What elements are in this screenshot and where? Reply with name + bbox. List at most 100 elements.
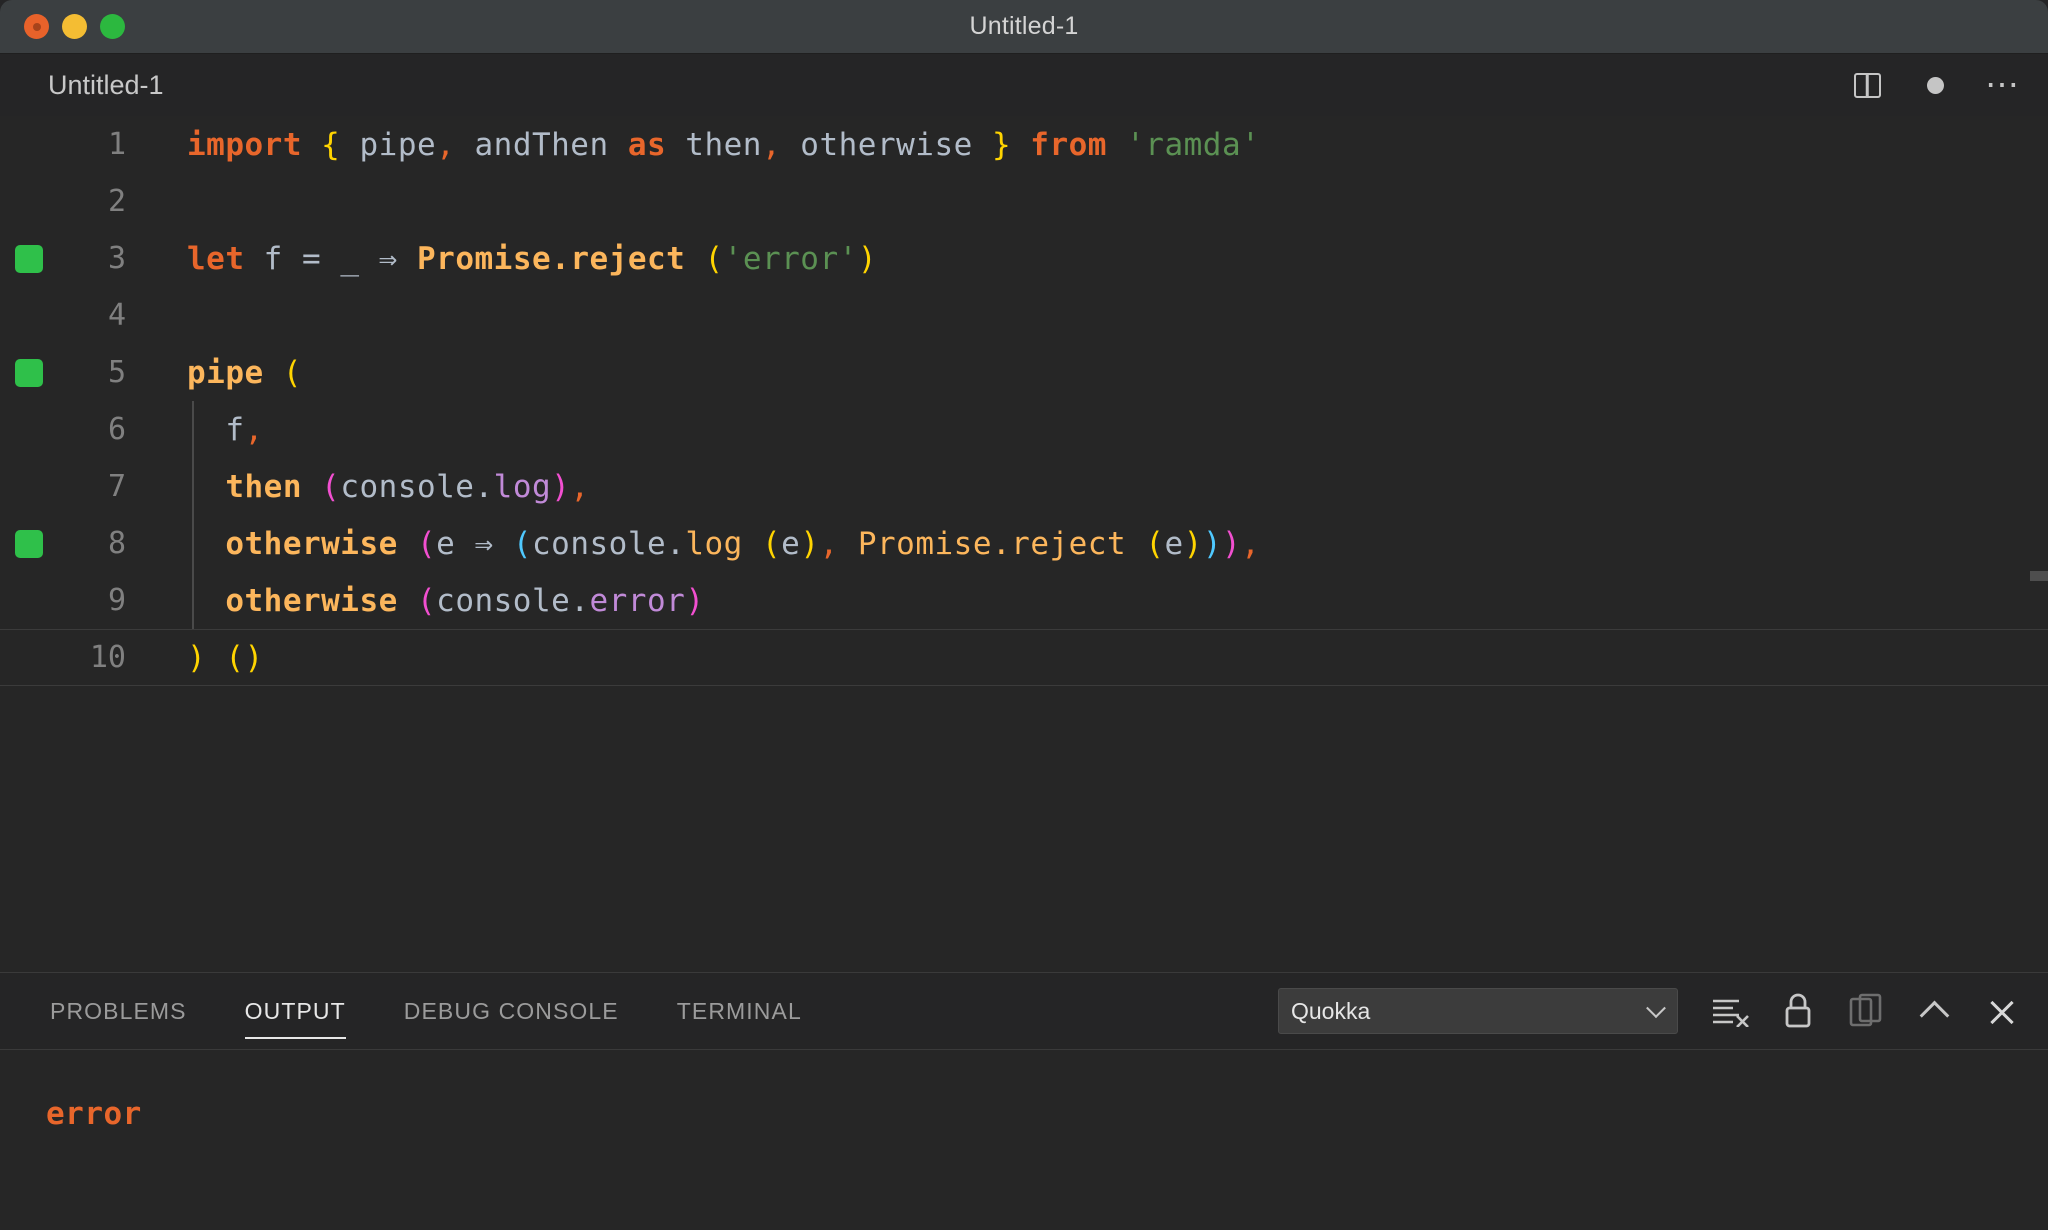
- code-text: pipe (: [187, 355, 302, 391]
- panel-action-group: Quokka: [1278, 973, 2022, 1049]
- code-line-3[interactable]: 3 let f = _ ⇒ Promise.reject ('error'): [0, 230, 2048, 287]
- title-bar: Untitled-1: [0, 0, 2048, 54]
- code-line-6[interactable]: 6 f,: [0, 401, 2048, 458]
- code-editor[interactable]: 1 import { pipe, andThen as then, otherwi…: [0, 116, 2048, 972]
- output-line: error: [46, 1096, 142, 1132]
- breakpoint-gutter-3[interactable]: [0, 244, 58, 273]
- close-icon: [1987, 996, 2017, 1026]
- maximize-window-button[interactable]: [100, 14, 125, 39]
- code-line-2[interactable]: 2: [0, 173, 2048, 230]
- breakpoint-marker-icon[interactable]: [15, 529, 43, 558]
- line-number: 8: [107, 526, 126, 561]
- code-token: (: [282, 354, 302, 391]
- code-token: ): [1202, 525, 1222, 562]
- output-channel-select[interactable]: Quokka: [1278, 988, 1678, 1034]
- code-token: ⇒: [378, 240, 398, 277]
- line-number: 2: [107, 184, 126, 219]
- line-number: 4: [107, 298, 126, 333]
- code-token: Promise.reject: [417, 240, 686, 277]
- code-token: ): [187, 639, 207, 676]
- code-token: pipe: [187, 354, 264, 391]
- code-token: otherwise: [225, 582, 398, 619]
- panel-tab-problems[interactable]: PROBLEMS: [50, 973, 187, 1049]
- unsaved-indicator-button[interactable]: [1918, 68, 1952, 102]
- close-panel-button[interactable]: [1982, 991, 2022, 1031]
- indent-guide: [192, 401, 194, 458]
- code-token: (: [704, 240, 724, 277]
- code-line-4[interactable]: 4: [0, 287, 2048, 344]
- editor-tab-bar: Untitled-1 ⋯: [0, 54, 2048, 116]
- code-token: ⇒: [474, 525, 494, 562]
- code-line-10[interactable]: 10) (): [0, 629, 2048, 686]
- code-token: ): [244, 639, 264, 676]
- code-token: ): [685, 582, 705, 619]
- code-token: _: [321, 240, 379, 277]
- code-token: ): [551, 468, 571, 505]
- code-token: as: [627, 126, 667, 163]
- editor-action-group: ⋯: [1850, 54, 2020, 116]
- breakpoint-marker-icon[interactable]: [15, 358, 43, 387]
- open-output-in-editor-button[interactable]: [1846, 991, 1886, 1031]
- code-token: =: [302, 240, 322, 277]
- code-token: e: [436, 525, 475, 562]
- code-token: Promise.reject: [857, 525, 1127, 562]
- output-content[interactable]: error: [0, 1049, 2048, 1230]
- code-line-5[interactable]: 5 pipe (: [0, 344, 2048, 401]
- code-line-8[interactable]: 8 otherwise (e ⇒ (console.log (e), Promi…: [0, 515, 2048, 572]
- panel-tab-terminal[interactable]: TERMINAL: [677, 973, 802, 1049]
- code-line-9[interactable]: 9 otherwise (console.error): [0, 572, 2048, 629]
- line-number: 3: [107, 241, 126, 276]
- indent-guide: [192, 515, 194, 572]
- split-editor-icon: [1853, 72, 1881, 98]
- lock-icon: [1785, 993, 1811, 1028]
- unsaved-dot-icon: [1926, 76, 1944, 94]
- code-text: let f = _ ⇒ Promise.reject ('error'): [187, 241, 877, 277]
- code-token: .: [474, 468, 494, 505]
- more-actions-button[interactable]: ⋯: [1985, 66, 2021, 104]
- split-editor-button[interactable]: [1850, 68, 1884, 102]
- line-number: 10: [89, 640, 126, 675]
- code-token: 'ramda': [1126, 126, 1261, 163]
- code-text: then (console.log),: [187, 469, 590, 505]
- close-window-button[interactable]: [24, 14, 49, 39]
- toggle-scroll-lock-button[interactable]: [1778, 991, 1818, 1031]
- maximize-panel-button[interactable]: [1914, 991, 1954, 1031]
- panel-tab-bar: PROBLEMS OUTPUT DEBUG CONSOLE TERMINAL Quok…: [0, 973, 2048, 1049]
- code-token: ,: [244, 411, 264, 448]
- code-line-7[interactable]: 7 then (console.log),: [0, 458, 2048, 515]
- breakpoint-gutter-8[interactable]: [0, 529, 58, 558]
- tab-untitled-1[interactable]: Untitled-1: [48, 70, 164, 101]
- code-token: then: [225, 468, 302, 505]
- code-text: f,: [187, 412, 264, 448]
- breakpoint-marker-icon[interactable]: [15, 244, 43, 273]
- panel-tab-output[interactable]: OUTPUT: [244, 973, 346, 1049]
- code-token: (: [761, 525, 782, 562]
- panel-tab-debug-console[interactable]: DEBUG CONSOLE: [404, 973, 619, 1049]
- code-token: {: [321, 126, 341, 163]
- line-number: 6: [107, 412, 126, 447]
- code-token: log: [685, 525, 743, 562]
- code-token: (: [321, 468, 341, 505]
- breakpoint-gutter-5[interactable]: [0, 358, 58, 387]
- code-token: log: [493, 468, 552, 505]
- code-token: ,: [761, 126, 782, 163]
- minimize-window-button[interactable]: [62, 14, 87, 39]
- code-token: then: [666, 126, 762, 163]
- code-line-1[interactable]: 1 import { pipe, andThen as then, otherwi…: [0, 116, 2048, 173]
- clear-output-button[interactable]: [1710, 991, 1750, 1031]
- code-token: error: [589, 582, 686, 619]
- line-number: 1: [107, 127, 126, 162]
- code-token: ,: [570, 468, 590, 505]
- more-actions-icon: ⋯: [1985, 66, 2021, 104]
- code-token: (: [416, 582, 437, 619]
